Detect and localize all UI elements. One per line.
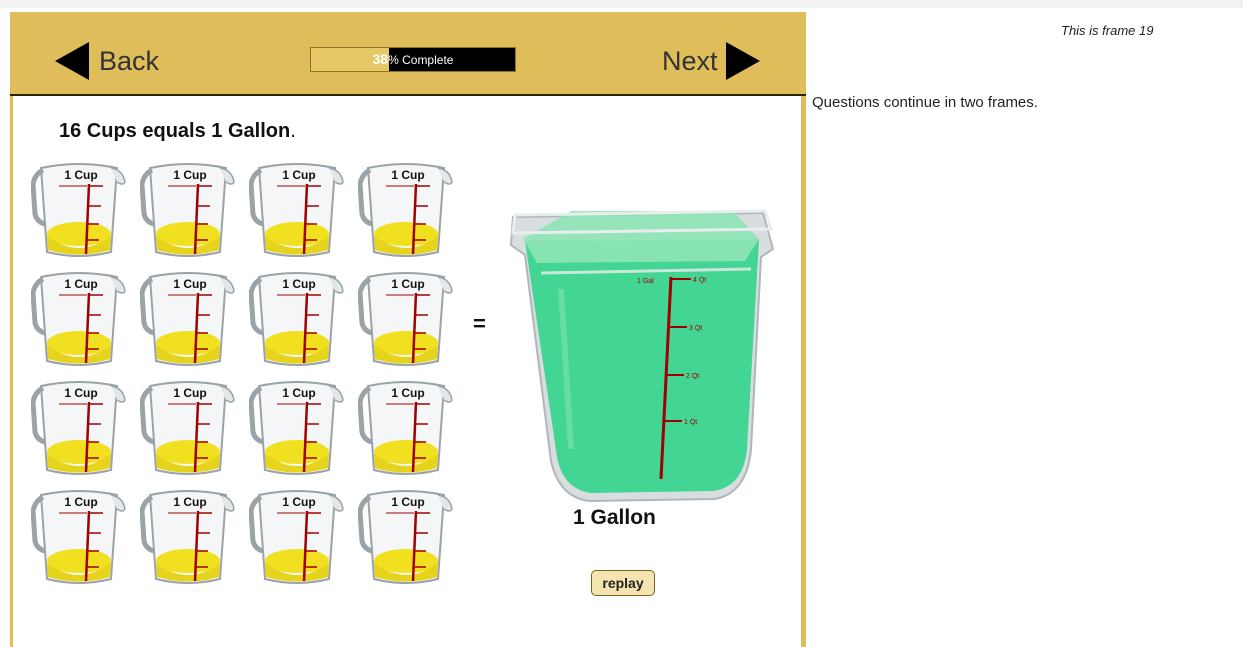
- measuring-cup: 1 Cup: [139, 489, 236, 587]
- measuring-cup: 1 Cup: [248, 271, 345, 369]
- measuring-cup-icon: 1 Cup: [357, 381, 453, 475]
- cup-label: 1 Cup: [282, 495, 315, 509]
- cup-label: 1 Cup: [282, 168, 315, 182]
- measuring-cup-icon: 1 Cup: [357, 163, 453, 257]
- measuring-cup: 1 Cup: [30, 380, 127, 478]
- back-label: Back: [99, 45, 160, 76]
- progress-suffix: % Complete: [388, 53, 454, 67]
- top-strip: [0, 0, 1243, 8]
- bucket-mark-1qt: 1 Qt: [684, 419, 697, 426]
- lesson-content: 16 Cups equals 1 Gallon. 1 Cup 1 Cup 1 Cup…: [13, 96, 801, 647]
- gallon-label: 1 Gallon: [573, 506, 656, 529]
- measuring-cup-icon: 1 Cup: [357, 490, 453, 584]
- cup-label: 1 Cup: [64, 277, 97, 291]
- measuring-cup-icon: 1 Cup: [139, 490, 235, 584]
- cup-label: 1 Cup: [64, 495, 97, 509]
- measuring-cup-icon: 1 Cup: [248, 272, 344, 366]
- bucket-mark-2qt: 2 Qt: [686, 373, 699, 380]
- cup-label: 1 Cup: [173, 277, 206, 291]
- bucket-mark-3qt: 3 Qt: [689, 325, 702, 332]
- bucket-mark-4qt: 4 Qt: [693, 277, 706, 284]
- lesson-header: Back 38% Complete Next: [10, 12, 806, 95]
- next-label: Next: [662, 45, 718, 76]
- arrow-left-icon: [55, 42, 89, 80]
- lesson-title-period: .: [290, 120, 296, 142]
- measuring-cup: 1 Cup: [357, 489, 454, 587]
- cup-label: 1 Cup: [64, 386, 97, 400]
- bucket-mark-gal: 1 Gal: [637, 278, 654, 285]
- measuring-cup-icon: 1 Cup: [248, 381, 344, 475]
- cup-label: 1 Cup: [391, 386, 424, 400]
- measuring-cup-icon: 1 Cup: [30, 381, 126, 475]
- measuring-cup: 1 Cup: [357, 271, 454, 369]
- lesson-title: 16 Cups equals 1 Gallon.: [59, 120, 296, 143]
- progress-bar: 38% Complete: [310, 47, 516, 72]
- measuring-cup: 1 Cup: [30, 162, 127, 260]
- measuring-cup-icon: 1 Cup: [139, 272, 235, 366]
- measuring-cup-icon: 1 Cup: [139, 381, 235, 475]
- measuring-cup: 1 Cup: [248, 489, 345, 587]
- cup-label: 1 Cup: [64, 168, 97, 182]
- cup-label: 1 Cup: [391, 495, 424, 509]
- measuring-cups-grid: 1 Cup 1 Cup 1 Cup 1 Cup 1 Cup 1 Cup 1 Cup 1 Cup…: [30, 162, 455, 602]
- back-button[interactable]: Back: [55, 42, 159, 80]
- measuring-cup: 1 Cup: [248, 380, 345, 478]
- progress-text: 38% Complete: [311, 48, 515, 71]
- next-button[interactable]: Next: [662, 42, 760, 80]
- gallon-bucket-image: 1 Gal 4 Qt 3 Qt 2 Qt 1 Qt: [509, 209, 775, 503]
- measuring-cup-icon: 1 Cup: [357, 272, 453, 366]
- cup-label: 1 Cup: [391, 277, 424, 291]
- replay-button[interactable]: replay: [591, 570, 655, 596]
- measuring-cup: 1 Cup: [248, 162, 345, 260]
- cup-label: 1 Cup: [173, 386, 206, 400]
- measuring-cup-icon: 1 Cup: [248, 163, 344, 257]
- bucket-liquid-surface: [523, 211, 759, 263]
- measuring-cup: 1 Cup: [139, 380, 236, 478]
- questions-note: Questions continue in two frames.: [812, 94, 1038, 111]
- measuring-cup: 1 Cup: [139, 162, 236, 260]
- measuring-cup: 1 Cup: [357, 162, 454, 260]
- measuring-cup: 1 Cup: [139, 271, 236, 369]
- progress-percent: 38: [372, 51, 389, 67]
- measuring-cup-icon: 1 Cup: [139, 163, 235, 257]
- cup-label: 1 Cup: [173, 168, 206, 182]
- cup-label: 1 Cup: [282, 386, 315, 400]
- lesson-title-text: 16 Cups equals 1 Gallon: [59, 120, 291, 142]
- frame-number-note: This is frame 19: [1061, 23, 1154, 38]
- measuring-cup-icon: 1 Cup: [30, 163, 126, 257]
- arrow-right-icon: [725, 42, 760, 80]
- measuring-cup: 1 Cup: [30, 271, 127, 369]
- measuring-cup-icon: 1 Cup: [30, 272, 126, 366]
- measuring-cup: 1 Cup: [357, 380, 454, 478]
- equals-sign: =: [473, 311, 486, 336]
- measuring-cup: 1 Cup: [30, 489, 127, 587]
- cup-label: 1 Cup: [173, 495, 206, 509]
- lesson-frame: Back 38% Complete Next 16 Cups equals 1 …: [10, 12, 806, 647]
- measuring-cup-icon: 1 Cup: [248, 490, 344, 584]
- cup-label: 1 Cup: [282, 277, 315, 291]
- measuring-cup-icon: 1 Cup: [30, 490, 126, 584]
- cup-label: 1 Cup: [391, 168, 424, 182]
